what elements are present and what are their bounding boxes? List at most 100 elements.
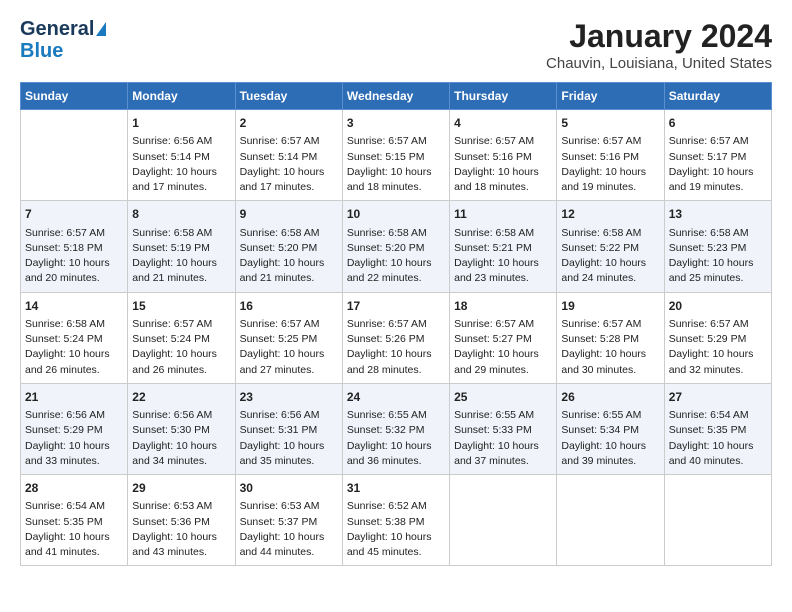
- day-number: 21: [25, 389, 123, 406]
- day-info-line: Sunset: 5:27 PM: [454, 333, 532, 345]
- day-info-line: Sunrise: 6:52 AM: [347, 500, 427, 512]
- day-number: 3: [347, 115, 445, 132]
- calendar-cell: 24 Sunrise: 6:55 AM Sunset: 5:32 PM Dayli…: [342, 383, 449, 474]
- day-info-line: Daylight: 10 hours: [240, 531, 325, 543]
- day-number: 15: [132, 298, 230, 315]
- day-info-line: Sunrise: 6:58 AM: [561, 227, 641, 239]
- calendar-cell: 31Sunrise: 6:52 AM Sunset: 5:38 PM Dayli…: [342, 475, 449, 566]
- day-info-line: and 29 minutes.: [454, 364, 529, 376]
- day-info-line: Sunrise: 6:56 AM: [25, 409, 105, 421]
- day-info-line: and 36 minutes.: [347, 455, 422, 467]
- calendar-cell: 7Sunrise: 6:57 AM Sunset: 5:18 PM Daylig…: [21, 201, 128, 292]
- day-info-line: and 41 minutes.: [25, 546, 100, 558]
- day-info-line: Sunset: 5:15 PM: [347, 151, 425, 163]
- day-number: 8: [132, 206, 230, 223]
- day-info-line: Sunrise: 6:57 AM: [561, 135, 641, 147]
- day-info-line: and 45 minutes.: [347, 546, 422, 558]
- calendar-cell: 10Sunrise: 6:58 AM Sunset: 5:20 PM Dayli…: [342, 201, 449, 292]
- day-info-line: Sunrise: 6:58 AM: [454, 227, 534, 239]
- calendar-cell: 8Sunrise: 6:58 AM Sunset: 5:19 PM Daylig…: [128, 201, 235, 292]
- day-info-line: Daylight: 10 hours: [25, 257, 110, 269]
- day-info-line: Sunset: 5:32 PM: [347, 424, 425, 436]
- col-friday: Friday: [557, 83, 664, 110]
- day-info-line: Daylight: 10 hours: [25, 440, 110, 452]
- day-info-line: Sunrise: 6:56 AM: [132, 135, 212, 147]
- calendar-cell: 6Sunrise: 6:57 AM Sunset: 5:17 PM Daylig…: [664, 110, 771, 201]
- calendar-cell: 16Sunrise: 6:57 AM Sunset: 5:25 PM Dayli…: [235, 292, 342, 383]
- day-info-line: Daylight: 10 hours: [347, 440, 432, 452]
- day-info-line: Sunset: 5:28 PM: [561, 333, 639, 345]
- day-info-line: Sunrise: 6:54 AM: [25, 500, 105, 512]
- calendar-cell: [21, 110, 128, 201]
- day-number: 5: [561, 115, 659, 132]
- day-info-line: and 26 minutes.: [132, 364, 207, 376]
- day-info-line: Sunrise: 6:55 AM: [561, 409, 641, 421]
- calendar-cell: 28Sunrise: 6:54 AM Sunset: 5:35 PM Dayli…: [21, 475, 128, 566]
- day-info-line: Sunrise: 6:57 AM: [454, 318, 534, 330]
- day-info-line: Sunrise: 6:58 AM: [669, 227, 749, 239]
- day-info-line: Daylight: 10 hours: [347, 166, 432, 178]
- day-info-line: Daylight: 10 hours: [347, 531, 432, 543]
- calendar-week-row: 7Sunrise: 6:57 AM Sunset: 5:18 PM Daylig…: [21, 201, 772, 292]
- day-info-line: Sunset: 5:18 PM: [25, 242, 103, 254]
- day-number: 27: [669, 389, 767, 406]
- day-number: 24: [347, 389, 445, 406]
- calendar-cell: 5Sunrise: 6:57 AM Sunset: 5:16 PM Daylig…: [557, 110, 664, 201]
- calendar-table: Sunday Monday Tuesday Wednesday Thursday…: [20, 82, 772, 566]
- day-info-line: and 28 minutes.: [347, 364, 422, 376]
- day-info-line: Daylight: 10 hours: [561, 257, 646, 269]
- day-info-line: Daylight: 10 hours: [454, 348, 539, 360]
- day-info-line: Sunset: 5:20 PM: [347, 242, 425, 254]
- col-monday: Monday: [128, 83, 235, 110]
- day-number: 31: [347, 480, 445, 497]
- calendar-cell: 2Sunrise: 6:57 AM Sunset: 5:14 PM Daylig…: [235, 110, 342, 201]
- day-info-line: Daylight: 10 hours: [240, 440, 325, 452]
- day-info-line: and 39 minutes.: [561, 455, 636, 467]
- day-info-line: and 19 minutes.: [561, 181, 636, 193]
- day-info-line: Daylight: 10 hours: [240, 166, 325, 178]
- day-info-line: Sunrise: 6:57 AM: [240, 135, 320, 147]
- day-info-line: Sunset: 5:36 PM: [132, 516, 210, 528]
- page: General Blue January 2024 Chauvin, Louis…: [0, 0, 792, 576]
- day-info-line: Sunset: 5:14 PM: [240, 151, 318, 163]
- day-info-line: Daylight: 10 hours: [132, 440, 217, 452]
- day-info-line: Sunrise: 6:56 AM: [240, 409, 320, 421]
- day-number: 22: [132, 389, 230, 406]
- day-info-line: Sunrise: 6:57 AM: [240, 318, 320, 330]
- day-info-line: Sunrise: 6:57 AM: [347, 135, 427, 147]
- day-info-line: Daylight: 10 hours: [454, 257, 539, 269]
- day-number: 16: [240, 298, 338, 315]
- day-number: 30: [240, 480, 338, 497]
- day-info-line: Daylight: 10 hours: [454, 440, 539, 452]
- calendar-week-row: 21Sunrise: 6:56 AM Sunset: 5:29 PM Dayli…: [21, 383, 772, 474]
- calendar-week-row: 1Sunrise: 6:56 AM Sunset: 5:14 PM Daylig…: [21, 110, 772, 201]
- day-info-line: Daylight: 10 hours: [669, 348, 754, 360]
- day-number: 23: [240, 389, 338, 406]
- title-block: January 2024 Chauvin, Louisiana, United …: [546, 18, 772, 72]
- day-info-line: and 27 minutes.: [240, 364, 315, 376]
- day-number: 7: [25, 206, 123, 223]
- day-info-line: Sunset: 5:19 PM: [132, 242, 210, 254]
- logo-triangle-icon: [96, 22, 106, 36]
- col-saturday: Saturday: [664, 83, 771, 110]
- calendar-subtitle: Chauvin, Louisiana, United States: [546, 55, 772, 72]
- day-info-line: and 37 minutes.: [454, 455, 529, 467]
- day-number: 26: [561, 389, 659, 406]
- day-info-line: Sunrise: 6:58 AM: [25, 318, 105, 330]
- logo-blue: Blue: [20, 40, 63, 62]
- day-info-line: and 17 minutes.: [240, 181, 315, 193]
- calendar-cell: 20Sunrise: 6:57 AM Sunset: 5:29 PM Dayli…: [664, 292, 771, 383]
- day-info-line: Daylight: 10 hours: [669, 440, 754, 452]
- day-info-line: Sunrise: 6:53 AM: [132, 500, 212, 512]
- day-info-line: Sunset: 5:16 PM: [561, 151, 639, 163]
- day-info-line: Sunrise: 6:57 AM: [347, 318, 427, 330]
- day-info-line: Daylight: 10 hours: [454, 166, 539, 178]
- day-info-line: and 25 minutes.: [669, 272, 744, 284]
- day-info-line: Sunset: 5:24 PM: [25, 333, 103, 345]
- day-info-line: Sunrise: 6:58 AM: [132, 227, 212, 239]
- day-info-line: and 30 minutes.: [561, 364, 636, 376]
- day-info-line: and 33 minutes.: [25, 455, 100, 467]
- day-info-line: Sunrise: 6:55 AM: [347, 409, 427, 421]
- header: General Blue January 2024 Chauvin, Louis…: [20, 18, 772, 72]
- calendar-week-row: 14Sunrise: 6:58 AM Sunset: 5:24 PM Dayli…: [21, 292, 772, 383]
